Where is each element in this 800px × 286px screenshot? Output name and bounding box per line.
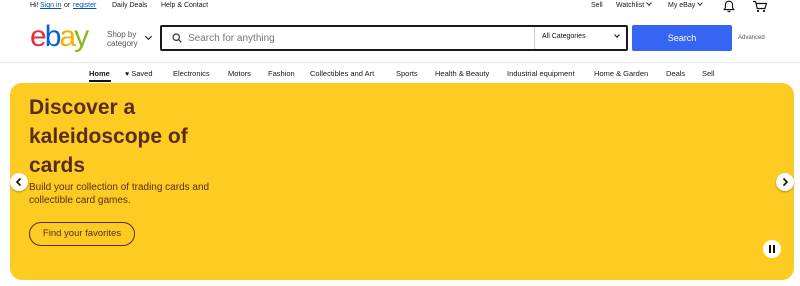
nav-item-saved-label: Saved bbox=[131, 69, 153, 78]
chevron-down-icon bbox=[697, 0, 704, 6]
sell-link[interactable]: Sell bbox=[591, 2, 603, 9]
nav-item-fashion[interactable]: Fashion bbox=[268, 69, 295, 78]
nav-item-deals[interactable]: Deals bbox=[666, 69, 685, 78]
search-icon bbox=[172, 33, 182, 43]
nav-item-industrial[interactable]: Industrial equipment bbox=[507, 69, 575, 78]
logo-letter: b bbox=[44, 20, 62, 53]
shop-by-line1: Shop by bbox=[107, 30, 137, 39]
shop-by-category-button[interactable]: Shop by category bbox=[107, 30, 138, 48]
nav-item-motors[interactable]: Motors bbox=[228, 69, 251, 78]
help-contact-link[interactable]: Help & Contact bbox=[161, 2, 208, 9]
find-favorites-button[interactable]: Find your favorites bbox=[29, 222, 135, 246]
or-text: or bbox=[64, 2, 71, 9]
shop-by-line2: category bbox=[107, 39, 138, 48]
cart-icon[interactable] bbox=[752, 0, 768, 13]
chevron-left-icon bbox=[15, 177, 22, 187]
nav-item-sell[interactable]: Sell bbox=[702, 69, 715, 78]
category-select[interactable]: All Categories bbox=[542, 33, 586, 40]
header-divider bbox=[0, 62, 800, 63]
heart-icon: ♥ bbox=[125, 71, 130, 78]
greeting-text: Hi! bbox=[30, 2, 39, 9]
watchlist-dropdown[interactable]: Watchlist bbox=[616, 0, 652, 9]
banner-headline: Discover a kaleidoscope of cards bbox=[29, 96, 188, 177]
my-ebay-label: My eBay bbox=[668, 2, 696, 9]
carousel-prev-button[interactable] bbox=[10, 173, 28, 191]
advanced-search-link[interactable]: Advanced bbox=[738, 35, 765, 41]
logo-letter: y bbox=[74, 20, 89, 53]
register-link[interactable]: register bbox=[73, 2, 96, 9]
promo-banner[interactable]: Discover a kaleidoscope of cards Build y… bbox=[10, 83, 794, 280]
watchlist-label: Watchlist bbox=[616, 2, 645, 9]
divider bbox=[534, 27, 535, 49]
category-nav: Home ♥ Saved Electronics Motors Fashion … bbox=[0, 69, 800, 81]
nav-item-sports[interactable]: Sports bbox=[396, 69, 418, 78]
bell-icon[interactable] bbox=[722, 0, 736, 13]
daily-deals-link[interactable]: Daily Deals bbox=[112, 2, 147, 9]
nav-item-collectibles[interactable]: Collectibles and Art bbox=[310, 69, 374, 78]
search-input[interactable] bbox=[188, 30, 528, 46]
top-utility-bar: Hi! Sign in or register Daily Deals Help… bbox=[0, 0, 800, 13]
search-button[interactable]: Search bbox=[632, 25, 732, 51]
logo-letter: a bbox=[59, 20, 76, 53]
active-tab-indicator bbox=[89, 80, 111, 82]
chevron-right-icon bbox=[782, 177, 789, 187]
nav-item-saved[interactable]: ♥ Saved bbox=[125, 69, 153, 78]
sign-in-link[interactable]: Sign in bbox=[40, 2, 61, 9]
carousel-pause-button[interactable] bbox=[763, 240, 781, 258]
logo-letter: e bbox=[30, 20, 47, 53]
nav-item-electronics[interactable]: Electronics bbox=[173, 69, 210, 78]
my-ebay-dropdown[interactable]: My eBay bbox=[668, 0, 704, 9]
nav-item-health-beauty[interactable]: Health & Beauty bbox=[435, 69, 489, 78]
chevron-down-icon bbox=[614, 32, 620, 38]
chevron-down-icon bbox=[144, 32, 153, 41]
nav-item-home[interactable]: Home bbox=[89, 69, 110, 78]
nav-item-home-garden[interactable]: Home & Garden bbox=[594, 69, 648, 78]
carousel-next-button[interactable] bbox=[776, 173, 794, 191]
chevron-down-icon bbox=[646, 0, 652, 6]
banner-subtext: Build your collection of trading cards a… bbox=[29, 182, 210, 206]
search-bar: All Categories bbox=[160, 25, 628, 51]
ebay-logo[interactable]: ebay bbox=[30, 20, 89, 53]
